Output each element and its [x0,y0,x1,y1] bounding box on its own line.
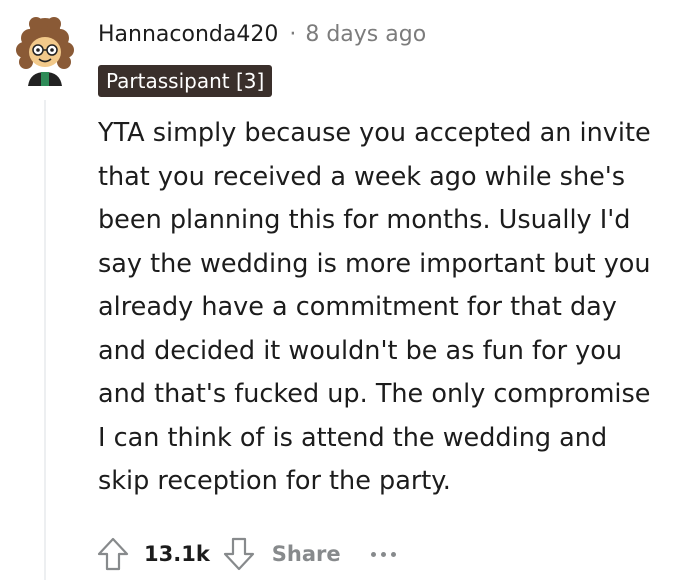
ellipsis-icon-dot [370,551,376,557]
comment-body: YTA simply because you accepted an invit… [98,118,651,496]
comment-meta: Hannaconda420 · 8 days ago [98,22,426,47]
arrow-up-outline-icon [97,537,129,571]
more-options-button[interactable] [370,551,396,557]
comment: Hannaconda420 · 8 days ago Partassipant … [0,0,700,580]
thread-line[interactable] [44,100,46,580]
ellipsis-icon-dot [380,551,386,557]
vote-score: 13.1k [144,542,210,566]
avatar-icon [16,17,74,86]
timestamp[interactable]: 8 days ago [305,22,426,47]
ellipsis-icon-dot [390,551,396,557]
comment-actions: 13.1k Share [92,530,396,578]
upvote-button[interactable] [92,533,134,575]
username-link[interactable]: Hannaconda420 [98,22,278,47]
user-flair: Partassipant [3] [98,65,273,97]
share-button[interactable]: Share [272,542,341,566]
meta-separator: · [289,22,297,47]
downvote-button[interactable] [218,533,260,575]
user-avatar[interactable] [8,12,82,86]
arrow-down-outline-icon [223,537,254,571]
